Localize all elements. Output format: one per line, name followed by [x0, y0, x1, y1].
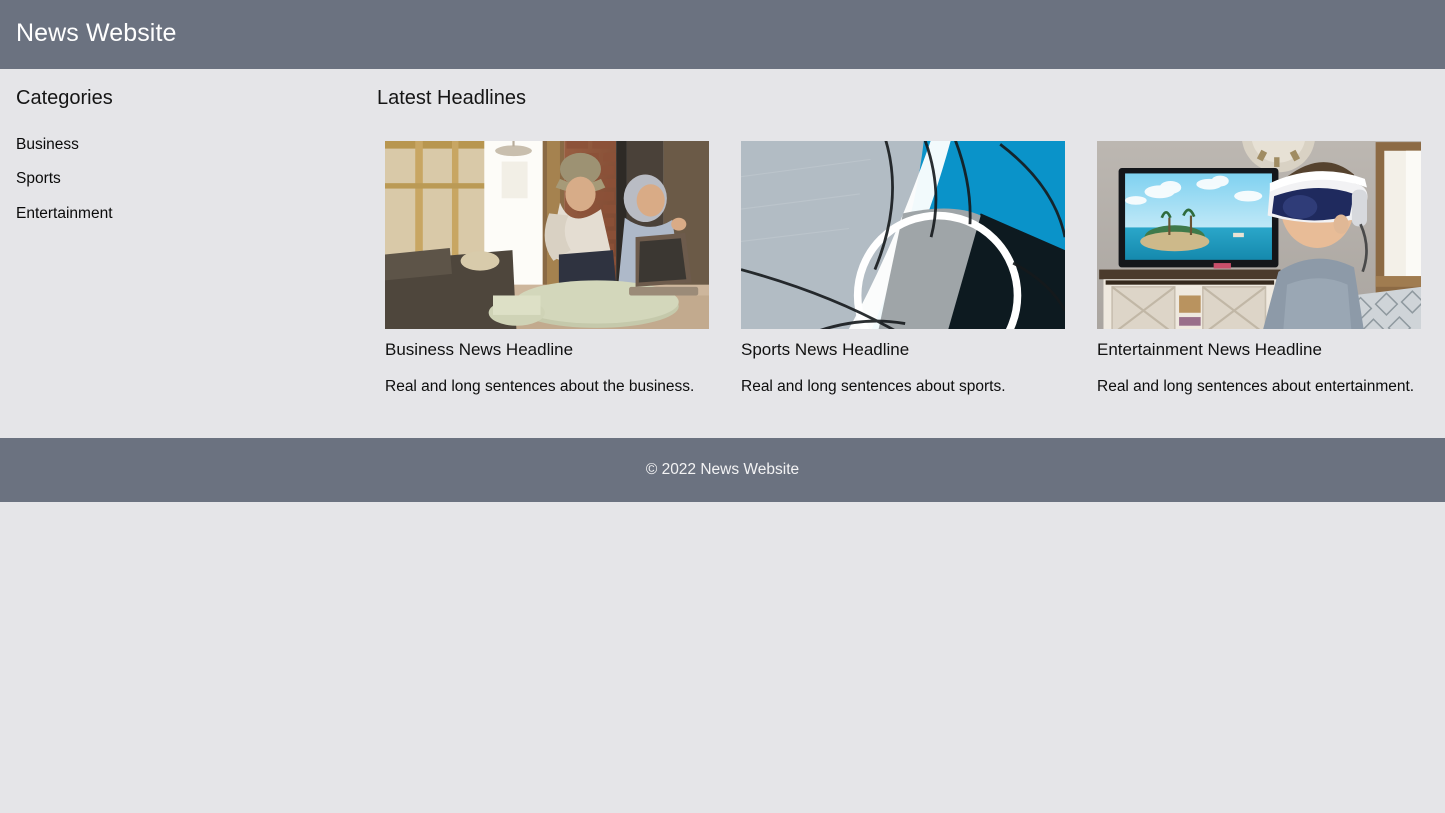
news-card-image	[385, 140, 709, 329]
headline-grid: Business News Headline Real and long sen…	[369, 125, 1437, 414]
site-header: News Website	[0, 0, 1445, 69]
sidebar-item-label[interactable]: Sports	[16, 168, 61, 190]
main-content: Latest Headlines Business News Headline …	[361, 69, 1445, 438]
news-card-sports[interactable]: Sports News Headline Real and long sente…	[725, 125, 1081, 414]
news-card-image	[741, 140, 1065, 329]
news-card-text: Real and long sentences about the busine…	[385, 377, 695, 395]
site-footer: © 2022 News Website	[0, 438, 1445, 502]
sidebar-item-label[interactable]: Business	[16, 134, 79, 156]
news-card-text: Real and long sentences about entertainm…	[1097, 377, 1415, 395]
sidebar-title: Categories	[16, 86, 113, 109]
sidebar-item-sports[interactable]: Sports	[16, 168, 345, 190]
page-title: Latest Headlines	[377, 86, 526, 109]
sidebar-item-label[interactable]: Entertainment	[16, 203, 113, 225]
sidebar: Categories Business Sports Entertainment	[0, 69, 361, 261]
category-list: Business Sports Entertainment	[16, 134, 345, 225]
sidebar-item-entertainment[interactable]: Entertainment	[16, 203, 345, 225]
site-title: News Website	[16, 19, 177, 47]
page-body: Categories Business Sports Entertainment…	[0, 69, 1445, 438]
news-card-entertainment[interactable]: Entertainment News Headline Real and lon…	[1081, 125, 1437, 414]
news-card-business[interactable]: Business News Headline Real and long sen…	[369, 125, 725, 414]
news-card-headline: Sports News Headline	[741, 339, 910, 359]
news-card-headline: Entertainment News Headline	[1097, 339, 1322, 359]
news-card-text: Real and long sentences about sports.	[741, 377, 1006, 395]
footer-copyright: © 2022 News Website	[645, 461, 800, 479]
news-card-headline: Business News Headline	[385, 339, 574, 359]
news-card-image	[1097, 140, 1421, 329]
sidebar-item-business[interactable]: Business	[16, 134, 345, 156]
